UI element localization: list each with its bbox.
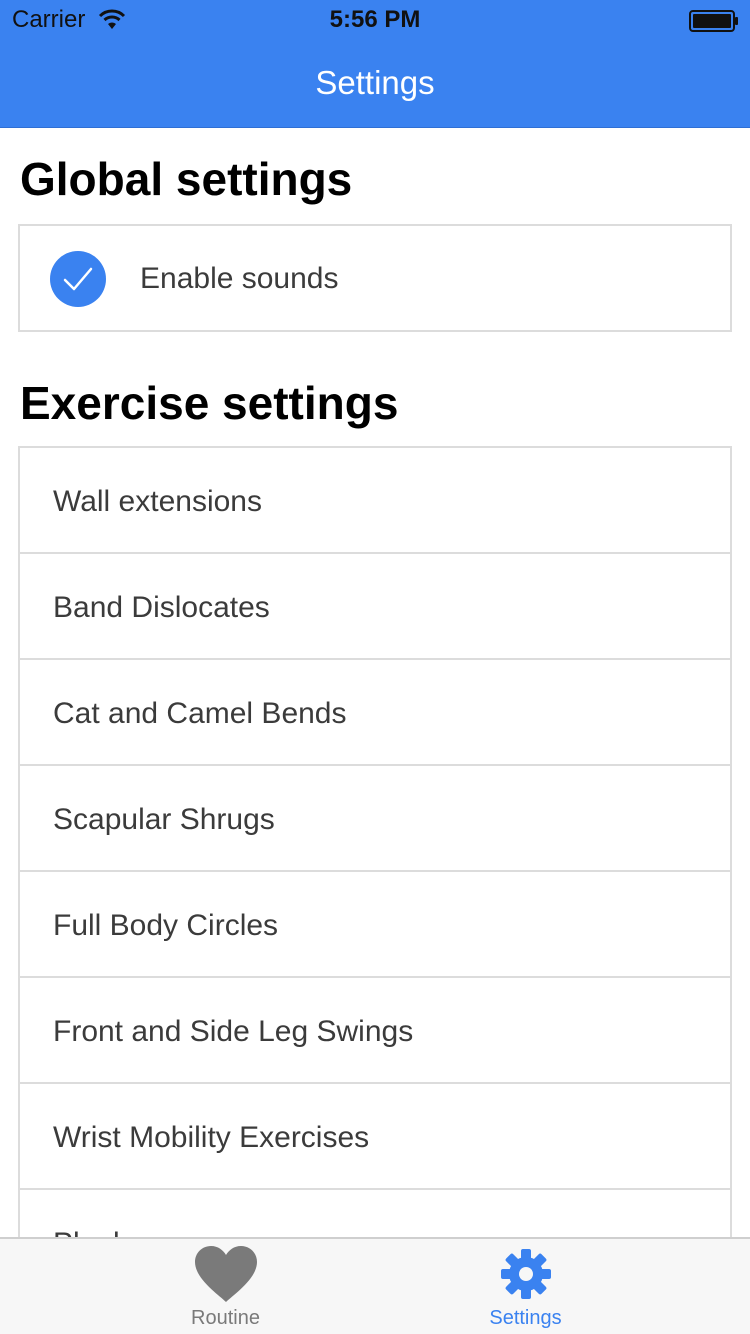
battery-icon (689, 10, 738, 32)
global-settings-heading: Global settings (20, 153, 353, 205)
exercise-list[interactable]: Wall extensions Band Dislocates Cat and … (18, 446, 732, 1237)
enable-sounds-label: Enable sounds (140, 262, 339, 295)
list-item-label: Front and Side Leg Swings (53, 1015, 414, 1048)
navigation-bar: Carrier 5:56 PM Settings (0, 0, 750, 128)
list-item[interactable]: Front and Side Leg Swings (20, 978, 730, 1084)
heart-icon (194, 1246, 257, 1302)
list-item[interactable]: Scapular Shrugs (20, 766, 730, 872)
tab-label: Settings (489, 1307, 562, 1329)
status-bar: Carrier 5:56 PM (0, 0, 750, 40)
enable-sounds-row[interactable]: Enable sounds (18, 224, 732, 332)
page-title: Settings (315, 64, 435, 101)
list-item[interactable]: Planks (20, 1190, 730, 1237)
list-item[interactable]: Cat and Camel Bends (20, 660, 730, 766)
list-item-label: Scapular Shrugs (53, 803, 275, 836)
list-item[interactable]: Band Dislocates (20, 554, 730, 660)
clock: 5:56 PM (329, 6, 421, 33)
list-item-label: Planks (53, 1227, 143, 1237)
enable-sounds-checkbox[interactable] (50, 251, 106, 307)
list-item-label: Wrist Mobility Exercises (53, 1121, 370, 1154)
list-item[interactable]: Full Body Circles (20, 872, 730, 978)
exercise-settings-heading: Exercise settings (20, 377, 399, 429)
list-item-label: Cat and Camel Bends (53, 697, 347, 730)
list-item[interactable]: Wrist Mobility Exercises (20, 1084, 730, 1190)
list-item-label: Wall extensions (53, 485, 262, 518)
tab-settings[interactable]: Settings (338, 1239, 713, 1334)
gear-icon (500, 1249, 551, 1299)
list-item-label: Band Dislocates (53, 591, 270, 624)
list-item-label: Full Body Circles (53, 909, 279, 942)
tab-bar: Routine Settings (0, 1237, 750, 1334)
checkmark-icon (63, 267, 93, 291)
list-item[interactable]: Wall extensions (20, 448, 730, 554)
